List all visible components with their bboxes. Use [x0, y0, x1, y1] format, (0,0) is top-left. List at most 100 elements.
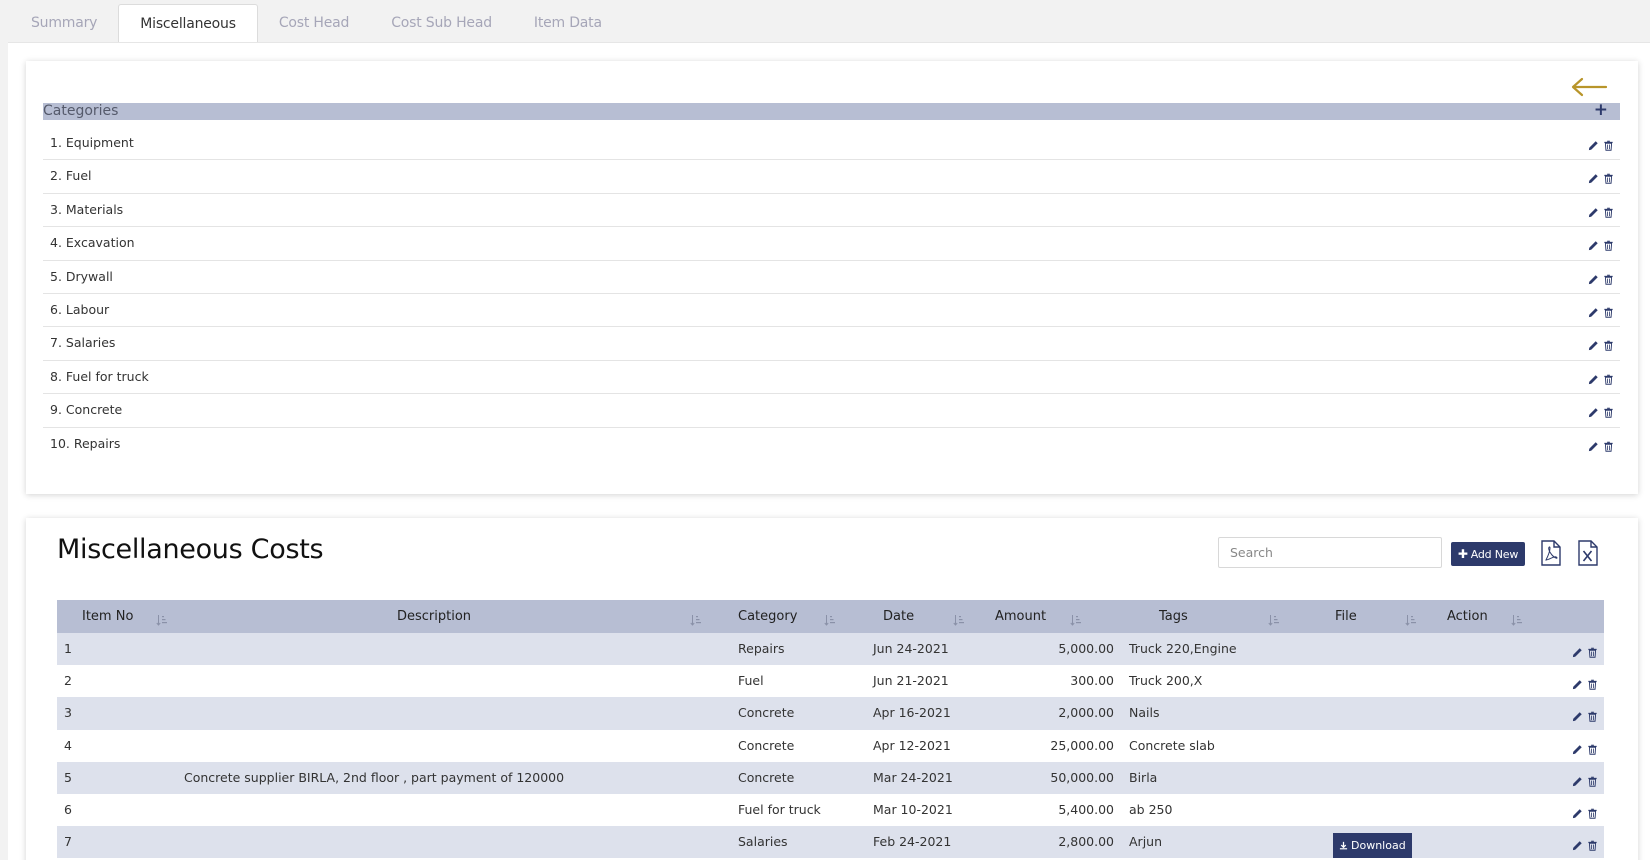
- sort-icon[interactable]: [1511, 611, 1523, 626]
- search-input[interactable]: [1218, 537, 1442, 568]
- category-label: 4. Excavation: [50, 235, 135, 251]
- edit-icon[interactable]: [1572, 643, 1583, 658]
- trash-icon[interactable]: [1587, 804, 1598, 819]
- edit-icon[interactable]: [1588, 169, 1599, 184]
- categories-title: Categories: [43, 103, 119, 119]
- trash-icon[interactable]: [1603, 169, 1614, 185]
- category-label: 3. Materials: [50, 201, 124, 217]
- category-label: 8. Fuel for truck: [50, 368, 149, 384]
- edit-icon[interactable]: [1588, 437, 1599, 451]
- tab-cost-head[interactable]: Cost Head: [258, 4, 370, 43]
- sort-icon[interactable]: [1405, 611, 1417, 626]
- cell-amount: 300.00: [1070, 673, 1114, 689]
- list-item: 5. Drywall: [43, 261, 1620, 294]
- edit-icon[interactable]: [1588, 370, 1599, 384]
- trash-icon[interactable]: [1587, 643, 1598, 658]
- sort-icon[interactable]: [824, 611, 836, 626]
- category-label: 7. Salaries: [50, 335, 116, 351]
- category-label: 1. Equipment: [50, 135, 134, 150]
- trash-icon[interactable]: [1587, 707, 1598, 723]
- edit-icon[interactable]: [1572, 804, 1583, 819]
- plus-icon[interactable]: +: [1594, 101, 1608, 119]
- categories-header: Categories +: [43, 101, 1620, 120]
- trash-icon[interactable]: [1603, 236, 1614, 251]
- sort-icon[interactable]: [156, 611, 168, 626]
- table-row: 2 Fuel Jun 21-2021 300.00 Truck 200,X: [57, 665, 1604, 698]
- col-action-header[interactable]: Action: [1447, 600, 1488, 633]
- cell-date: Apr 16-2021: [873, 705, 951, 721]
- cell-amount: 2,000.00: [1058, 705, 1114, 721]
- edit-icon[interactable]: [1588, 403, 1599, 418]
- col-tags-header[interactable]: Tags: [1159, 600, 1188, 633]
- edit-icon[interactable]: [1572, 707, 1583, 722]
- cell-description: Concrete supplier BIRLA, 2nd floor , par…: [184, 769, 565, 785]
- trash-icon[interactable]: [1603, 370, 1614, 385]
- edit-icon[interactable]: [1588, 303, 1599, 318]
- add-new-label: Add New: [1470, 547, 1519, 561]
- cell-item-no: 6: [64, 801, 72, 817]
- trash-icon[interactable]: [1603, 303, 1614, 318]
- cell-amount: 5,000.00: [1058, 641, 1114, 656]
- row-actions: [1572, 740, 1598, 755]
- col-amount-header[interactable]: Amount: [995, 600, 1046, 633]
- edit-icon[interactable]: [1572, 836, 1583, 851]
- table-row: 5 Concrete supplier BIRLA, 2nd floor , pa…: [57, 761, 1604, 794]
- trash-icon[interactable]: [1603, 437, 1614, 452]
- cell-item-no: 2: [64, 673, 72, 689]
- cell-category: Salaries: [738, 834, 788, 850]
- trash-icon[interactable]: [1587, 675, 1598, 690]
- list-item: 9. Concrete: [43, 394, 1620, 428]
- edit-icon[interactable]: [1588, 136, 1599, 151]
- pdf-export-icon[interactable]: [1540, 540, 1562, 566]
- edit-icon[interactable]: [1588, 336, 1599, 351]
- cell-tags: Truck 200,X: [1129, 673, 1203, 689]
- col-item-no-header[interactable]: Item No: [82, 600, 133, 633]
- cell-category: Concrete: [738, 705, 795, 721]
- tab-item-data[interactable]: Item Data: [513, 4, 623, 43]
- excel-export-icon[interactable]: [1577, 540, 1599, 566]
- row-actions: [1588, 270, 1614, 285]
- tab-miscellaneous[interactable]: Miscellaneous: [118, 4, 258, 43]
- cell-date: Apr 12-2021: [873, 737, 951, 753]
- col-date-header[interactable]: Date: [883, 600, 914, 633]
- plus-icon: ✚: [1457, 547, 1468, 561]
- edit-icon[interactable]: [1588, 270, 1599, 284]
- cell-category: Fuel for truck: [738, 801, 821, 817]
- trash-icon[interactable]: [1587, 836, 1598, 851]
- tab-cost-sub-head[interactable]: Cost Sub Head: [370, 4, 513, 43]
- edit-icon[interactable]: [1572, 772, 1583, 786]
- row-actions: [1588, 203, 1614, 218]
- sort-icon[interactable]: [1070, 611, 1082, 626]
- cell-item-no: 1: [64, 641, 72, 656]
- tab-bar: Summary Miscellaneous Cost Head Cost Sub…: [10, 4, 623, 43]
- sort-icon[interactable]: [953, 611, 965, 626]
- table-row: 3 Concrete Apr 16-2021 2,000.00 Nails: [57, 697, 1604, 730]
- category-label: 9. Concrete: [50, 402, 123, 418]
- edit-icon[interactable]: [1588, 236, 1599, 251]
- edit-icon[interactable]: [1572, 740, 1583, 754]
- trash-icon[interactable]: [1587, 772, 1598, 787]
- download-button[interactable]: Download: [1333, 833, 1412, 859]
- edit-icon[interactable]: [1572, 675, 1583, 690]
- arrow-left-icon[interactable]: [1570, 75, 1608, 99]
- sort-icon[interactable]: [690, 611, 702, 626]
- trash-icon[interactable]: [1603, 203, 1614, 218]
- category-label: 2. Fuel: [50, 168, 92, 184]
- list-item: 4. Excavation: [43, 227, 1620, 261]
- cell-tags: Truck 220,Engine: [1129, 641, 1237, 656]
- sort-icon[interactable]: [1268, 611, 1280, 626]
- trash-icon[interactable]: [1603, 270, 1614, 285]
- edit-icon[interactable]: [1588, 203, 1599, 217]
- cell-tags: Concrete slab: [1129, 737, 1215, 753]
- tab-summary[interactable]: Summary: [10, 4, 118, 43]
- cell-category: Concrete: [738, 769, 795, 785]
- trash-icon[interactable]: [1603, 136, 1614, 151]
- trash-icon[interactable]: [1603, 336, 1614, 352]
- col-file-header[interactable]: File: [1335, 600, 1357, 633]
- trash-icon[interactable]: [1603, 403, 1614, 418]
- col-description-header[interactable]: Description: [397, 600, 471, 633]
- col-category-header[interactable]: Category: [738, 600, 797, 633]
- trash-icon[interactable]: [1587, 740, 1598, 755]
- add-new-button[interactable]: ✚ Add New: [1451, 542, 1525, 566]
- row-actions: [1588, 403, 1614, 418]
